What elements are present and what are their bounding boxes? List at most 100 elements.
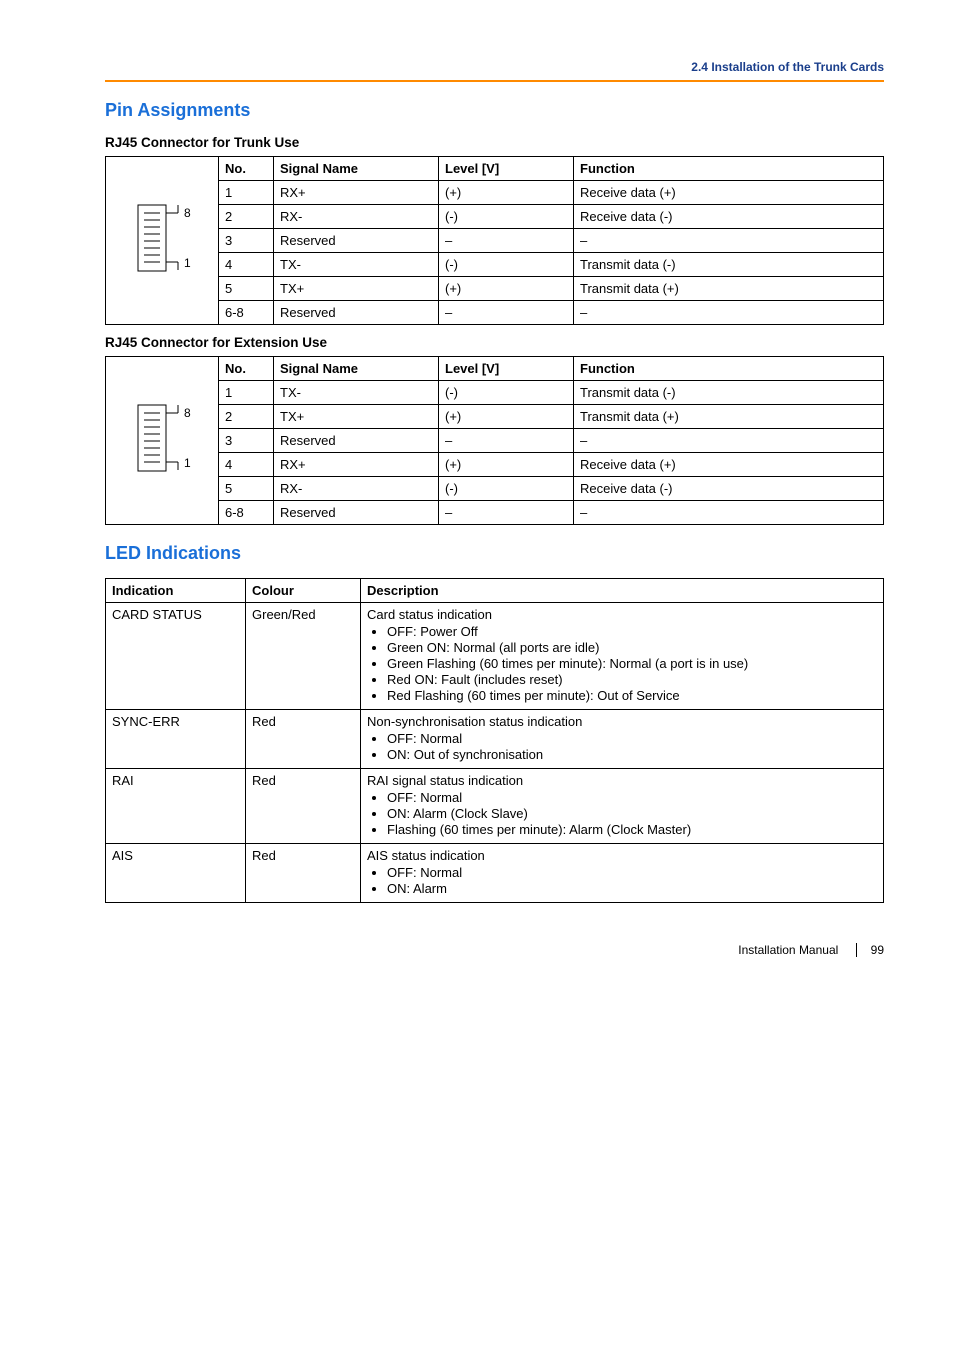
cell-function: – [574, 301, 884, 325]
cell-level: – [439, 229, 574, 253]
page-header: 2.4 Installation of the Trunk Cards [105, 60, 884, 74]
cell-no: 6-8 [219, 501, 274, 525]
col-no: No. [219, 357, 274, 381]
table-row: 1 TX- (-) Transmit data (-) [219, 381, 884, 405]
cell-no: 5 [219, 277, 274, 301]
table-row: 1 RX+ (+) Receive data (+) [219, 181, 884, 205]
page-footer: Installation Manual 99 [105, 943, 884, 957]
cell-level: (+) [439, 277, 574, 301]
cell-no: 3 [219, 429, 274, 453]
cell-level: – [439, 501, 574, 525]
cell-level: (-) [439, 381, 574, 405]
cell-level: (-) [439, 253, 574, 277]
col-level: Level [V] [439, 357, 574, 381]
cell-level: – [439, 301, 574, 325]
desc-list: OFF: NormalON: Alarm [367, 865, 877, 896]
list-item: Red Flashing (60 times per minute): Out … [387, 688, 877, 703]
table-row: AIS Red AIS status indication OFF: Norma… [106, 844, 884, 903]
cell-level: (+) [439, 405, 574, 429]
table-header-row: Indication Colour Description [106, 579, 884, 603]
table-row: 3 Reserved – – [219, 229, 884, 253]
cell-indication: CARD STATUS [106, 603, 246, 710]
cell-function: Transmit data (-) [574, 253, 884, 277]
cell-signal: RX- [274, 205, 439, 229]
pin-table-ext-table: No. Signal Name Level [V] Function 1 TX-… [218, 356, 884, 525]
list-item: Flashing (60 times per minute): Alarm (C… [387, 822, 877, 837]
cell-colour: Red [246, 844, 361, 903]
cell-level: (-) [439, 477, 574, 501]
header-rule [105, 80, 884, 82]
footer-label: Installation Manual [738, 943, 838, 957]
table-row: 2 RX- (-) Receive data (-) [219, 205, 884, 229]
subheading-ext: RJ45 Connector for Extension Use [105, 335, 884, 350]
col-function: Function [574, 157, 884, 181]
connector-diagram-trunk: 8 1 [105, 156, 218, 325]
cell-indication: SYNC-ERR [106, 710, 246, 769]
cell-colour: Red [246, 769, 361, 844]
desc-list: OFF: NormalON: Alarm (Clock Slave)Flashi… [367, 790, 877, 837]
table-row: 5 RX- (-) Receive data (-) [219, 477, 884, 501]
pin-table-ext-body: 1 TX- (-) Transmit data (-) 2 TX+ (+) Tr… [219, 381, 884, 525]
cell-level: (+) [439, 181, 574, 205]
cell-function: Transmit data (+) [574, 277, 884, 301]
cell-function: – [574, 229, 884, 253]
rj45-icon: 8 1 [120, 391, 205, 491]
cell-no: 4 [219, 253, 274, 277]
pin-label-1: 1 [184, 256, 191, 270]
cell-signal: Reserved [274, 429, 439, 453]
col-function: Function [574, 357, 884, 381]
list-item: Green ON: Normal (all ports are idle) [387, 640, 877, 655]
desc-list: OFF: NormalON: Out of synchronisation [367, 731, 877, 762]
list-item: OFF: Normal [387, 865, 877, 880]
table-row: CARD STATUS Green/Red Card status indica… [106, 603, 884, 710]
cell-indication: AIS [106, 844, 246, 903]
cell-signal: TX- [274, 253, 439, 277]
table-row: 2 TX+ (+) Transmit data (+) [219, 405, 884, 429]
table-header-row: No. Signal Name Level [V] Function [219, 357, 884, 381]
cell-signal: RX- [274, 477, 439, 501]
connector-diagram-ext: 8 1 [105, 356, 218, 525]
cell-no: 2 [219, 205, 274, 229]
pin-table-trunk-body: 1 RX+ (+) Receive data (+) 2 RX- (-) Rec… [219, 181, 884, 325]
col-colour: Colour [246, 579, 361, 603]
list-item: ON: Alarm (Clock Slave) [387, 806, 877, 821]
cell-function: Receive data (+) [574, 453, 884, 477]
led-table-body: CARD STATUS Green/Red Card status indica… [106, 603, 884, 903]
cell-colour: Green/Red [246, 603, 361, 710]
col-indication: Indication [106, 579, 246, 603]
pin-label-8: 8 [184, 406, 191, 420]
cell-no: 3 [219, 229, 274, 253]
footer-page-number: 99 [856, 943, 884, 957]
cell-description: AIS status indication OFF: NormalON: Ala… [361, 844, 884, 903]
pin-table-ext: 8 1 No. Signal Name Level [V] Function 1… [105, 356, 884, 525]
pin-label-8: 8 [184, 206, 191, 220]
cell-signal: RX+ [274, 181, 439, 205]
cell-colour: Red [246, 710, 361, 769]
subheading-trunk: RJ45 Connector for Trunk Use [105, 135, 884, 150]
cell-signal: Reserved [274, 229, 439, 253]
pin-table-trunk: 8 1 No. Signal Name Level [V] Function 1… [105, 156, 884, 325]
desc-lead: Card status indication [367, 607, 492, 622]
section-title-pin: Pin Assignments [105, 100, 884, 121]
cell-signal: TX+ [274, 405, 439, 429]
cell-function: Receive data (-) [574, 477, 884, 501]
col-description: Description [361, 579, 884, 603]
cell-no: 2 [219, 405, 274, 429]
desc-list: OFF: Power OffGreen ON: Normal (all port… [367, 624, 877, 703]
cell-level: (-) [439, 205, 574, 229]
section-title-led: LED Indications [105, 543, 884, 564]
cell-no: 1 [219, 181, 274, 205]
desc-lead: RAI signal status indication [367, 773, 523, 788]
table-row: 6-8 Reserved – – [219, 301, 884, 325]
list-item: OFF: Normal [387, 731, 877, 746]
cell-signal: TX- [274, 381, 439, 405]
list-item: ON: Alarm [387, 881, 877, 896]
list-item: ON: Out of synchronisation [387, 747, 877, 762]
cell-signal: RX+ [274, 453, 439, 477]
cell-level: (+) [439, 453, 574, 477]
col-no: No. [219, 157, 274, 181]
pin-table-trunk-table: No. Signal Name Level [V] Function 1 RX+… [218, 156, 884, 325]
cell-signal: Reserved [274, 501, 439, 525]
cell-function: Transmit data (+) [574, 405, 884, 429]
led-table: Indication Colour Description CARD STATU… [105, 578, 884, 903]
